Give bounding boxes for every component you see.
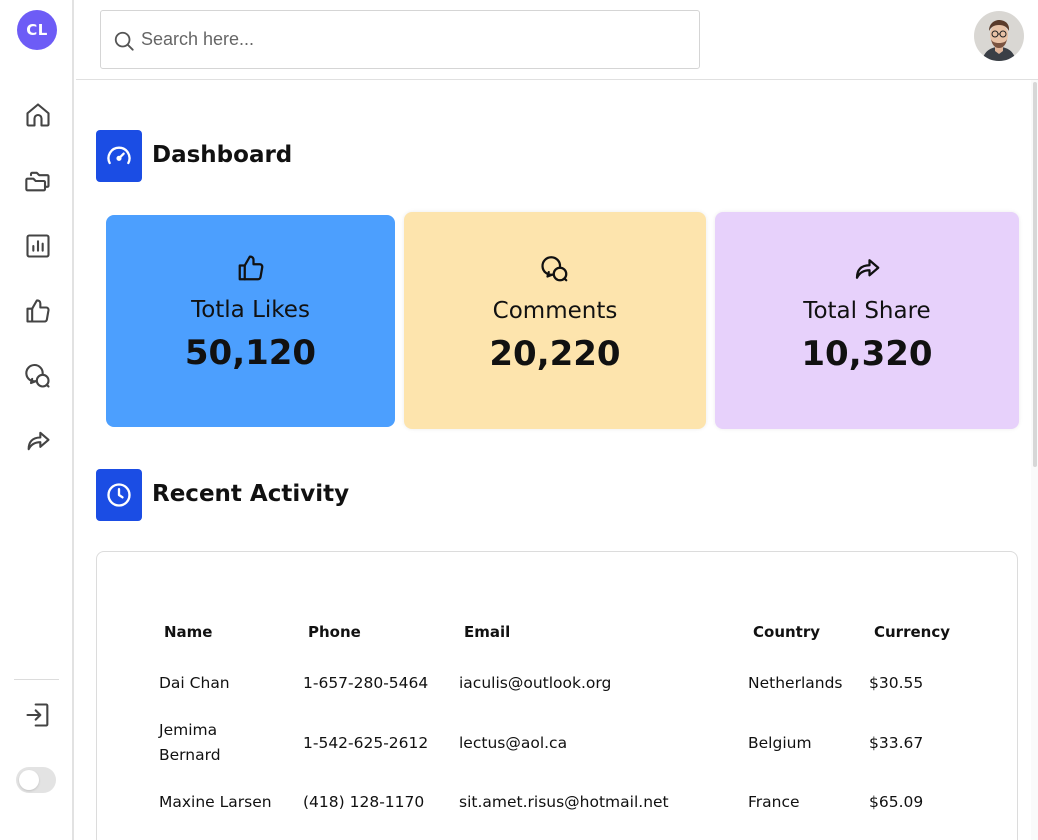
cell-name: Maxine Larsen	[159, 793, 272, 811]
sidebar-item-share[interactable]	[23, 426, 53, 456]
sidebar-item-charts[interactable]	[23, 231, 53, 261]
cell-currency: $30.55	[869, 674, 924, 692]
search-box[interactable]	[100, 10, 700, 69]
column-header-email[interactable]: Email	[464, 623, 510, 641]
sidebar-item-comments[interactable]	[23, 361, 53, 391]
sidebar-item-folders[interactable]	[23, 166, 53, 196]
activity-icon-badge	[96, 469, 142, 521]
home-icon	[26, 103, 50, 127]
share-icon	[27, 431, 50, 451]
sidebar-item-home[interactable]	[23, 100, 53, 130]
cell-country: Netherlands	[748, 674, 843, 692]
speedometer-icon	[107, 146, 131, 165]
cell-currency: $33.67	[869, 734, 924, 752]
shares-value: 10,320	[801, 334, 933, 374]
clock-icon	[107, 483, 131, 507]
user-avatar[interactable]	[974, 11, 1024, 61]
top-header	[76, 0, 1038, 80]
comments-card[interactable]: Comments 20,220	[404, 212, 706, 429]
theme-toggle[interactable]	[16, 767, 56, 793]
sidebar: CL	[0, 0, 74, 840]
bar-chart-icon	[26, 234, 50, 258]
cell-email: sit.amet.risus@hotmail.net	[459, 793, 669, 811]
comments-value: 20,220	[489, 334, 621, 374]
dashboard-icon-badge	[96, 130, 142, 182]
likes-value: 50,120	[184, 333, 317, 373]
column-header-phone[interactable]: Phone	[308, 623, 361, 641]
sidebar-divider	[14, 679, 59, 680]
likes-card[interactable]: Totla Likes 50,120	[106, 215, 395, 427]
logout-button[interactable]	[23, 700, 53, 730]
app-root: CL Search here... Dashboard Totla Likes …	[0, 0, 1038, 840]
comments-icon	[541, 256, 568, 282]
cell-phone: 1-657-280-5464	[303, 674, 429, 692]
column-header-country[interactable]: Country	[753, 623, 820, 641]
cell-email: iaculis@outlook.org	[459, 674, 612, 692]
activity-table: Name Phone Email Country Currency Dai Ch…	[96, 551, 1018, 840]
search-icon	[114, 31, 134, 51]
cell-name: Jemima Bernard	[159, 718, 279, 768]
cell-email: lectus@aol.ca	[459, 734, 568, 752]
shares-label: Total Share	[803, 298, 931, 324]
thumbs-up-icon	[26, 299, 50, 323]
comments-label: Comments	[492, 298, 618, 324]
cell-phone: 1-542-625-2612	[303, 734, 429, 752]
thumbs-up-icon	[238, 255, 263, 281]
cell-country: Belgium	[748, 734, 812, 752]
column-header-currency[interactable]: Currency	[874, 623, 950, 641]
share-icon	[855, 259, 880, 279]
dashboard-title: Dashboard	[152, 142, 293, 168]
cell-phone: (418) 128-1170	[303, 793, 425, 811]
cell-country: France	[748, 793, 800, 811]
cell-name-line2: Bernard	[159, 746, 221, 764]
cell-currency: $65.09	[869, 793, 924, 811]
app-logo[interactable]: CL	[17, 10, 57, 50]
search-input[interactable]	[141, 11, 691, 68]
comments-icon	[25, 363, 50, 388]
avatar-image	[974, 11, 1024, 61]
sidebar-item-likes[interactable]	[23, 296, 53, 326]
toggle-knob	[19, 770, 39, 790]
logout-icon	[26, 703, 49, 727]
scrollbar-thumb[interactable]	[1033, 82, 1037, 467]
cell-name-line1: Jemima	[159, 721, 218, 739]
likes-label: Totla Likes	[191, 297, 310, 323]
folders-icon	[25, 171, 50, 192]
shares-card[interactable]: Total Share 10,320	[715, 212, 1019, 429]
column-header-name[interactable]: Name	[164, 623, 212, 641]
cell-name: Dai Chan	[159, 674, 230, 692]
activity-title: Recent Activity	[152, 481, 350, 507]
